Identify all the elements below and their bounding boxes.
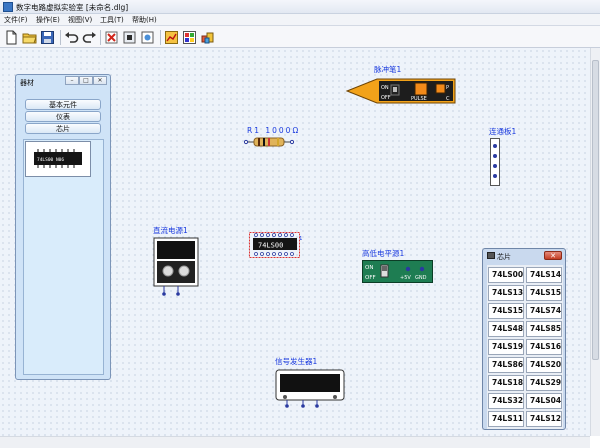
toolbar-separator [160, 30, 161, 45]
resistor[interactable] [244, 136, 294, 148]
equipment-panel: 器材 – □ ✕ 基本元件 仪表 芯片 74LS00 N06 [15, 74, 111, 380]
menu-help[interactable]: 帮助(H) [132, 15, 157, 25]
app-icon [3, 2, 13, 12]
minimize-icon[interactable]: – [65, 76, 79, 85]
title-bar: 数字电路虚拟实验室 [未命名.dlg] [0, 0, 600, 14]
chip-item[interactable]: 74LS112 [488, 411, 524, 427]
dc-power-supply[interactable] [152, 237, 202, 297]
chip-item[interactable]: 74LS20 [526, 357, 562, 373]
chip-item[interactable]: 74LS32 [488, 393, 524, 409]
menu-view[interactable]: 视图(V) [68, 15, 92, 25]
image-icon [141, 31, 154, 44]
scrollbar-thumb[interactable] [592, 60, 599, 360]
menu-tools[interactable]: 工具(T) [100, 15, 124, 25]
open-button[interactable] [22, 30, 37, 45]
delete-button[interactable] [104, 30, 119, 45]
chip-74ls00-number: 1 [299, 236, 303, 242]
menu-bar: 文件(F) 操作(E) 视图(V) 工具(T) 帮助(H) [0, 14, 600, 26]
signal-gen-label: 信号发生器1 [275, 357, 318, 366]
chip-item[interactable]: 74LS85 [526, 321, 562, 337]
signal-generator[interactable] [275, 367, 347, 411]
redo-icon [82, 32, 96, 43]
chip-thumbnail[interactable]: 74LS00 N06 [25, 141, 91, 177]
palette-button[interactable] [182, 30, 197, 45]
boxes-icon [201, 32, 214, 44]
chip-grid: 74LS00 74LS14 74LS138 74LS157 74LS153 74… [487, 265, 563, 429]
level-switch-plus5v: +5V [400, 275, 411, 281]
tab-chips[interactable]: 芯片 [25, 123, 101, 134]
delete-icon [105, 31, 118, 44]
pulse-pen-p: P [446, 85, 449, 91]
chip-item[interactable]: 74LS14 [526, 267, 562, 283]
pulse-pen[interactable]: ON OFF PULSE P C [345, 75, 457, 107]
toolbar-separator [100, 30, 101, 45]
chip-74ls00-text: 74LS00 [258, 242, 283, 250]
chip-icon [487, 252, 495, 259]
connector-label: 连通板1 [489, 127, 517, 136]
dc-power-label: 直流电源1 [153, 226, 188, 235]
pulse-pen-on: ON [381, 85, 389, 91]
level-switch-off: OFF [365, 275, 376, 281]
vertical-scrollbar[interactable] [590, 48, 600, 436]
chart-icon [165, 31, 178, 44]
redo-button[interactable] [82, 30, 97, 45]
chip-item[interactable]: 74LS290 [526, 375, 562, 391]
pulse-pen-label: 脉冲笔1 [374, 65, 402, 74]
chip-thumbnail-text: 74LS00 N06 [37, 157, 64, 163]
new-file-icon [6, 30, 17, 45]
horizontal-scrollbar[interactable] [0, 436, 590, 448]
maximize-icon[interactable]: □ [79, 76, 93, 85]
chip-thumbnail-icon: 74LS00 N06 [34, 149, 82, 168]
save-button[interactable] [40, 30, 55, 45]
toolbar [0, 26, 600, 48]
window-title: 数字电路虚拟实验室 [未命名.dlg] [16, 3, 129, 12]
image-button[interactable] [140, 30, 155, 45]
menu-file[interactable]: 文件(F) [4, 15, 28, 25]
pulse-pen-c: C [446, 96, 450, 102]
equipment-panel-title: 器材 [20, 79, 34, 87]
chip-window-title: 芯片 [497, 253, 511, 261]
chip-item[interactable]: 74LS04 [526, 393, 562, 409]
pulse-pen-off: OFF [381, 95, 391, 101]
menu-edit[interactable]: 操作(E) [36, 15, 60, 25]
chip-item[interactable]: 74LS192 [488, 339, 524, 355]
chart-button[interactable] [164, 30, 179, 45]
level-switch-gnd: GND [415, 275, 427, 281]
new-file-button[interactable] [4, 30, 19, 45]
level-switch[interactable]: ON OFF +5V GND [362, 260, 434, 284]
boxes-button[interactable] [200, 30, 215, 45]
tab-instruments[interactable]: 仪表 [25, 111, 101, 122]
connector-board[interactable] [490, 138, 500, 186]
stop-button[interactable] [122, 30, 137, 45]
chip-window: 芯片 ✕ 74LS00 74LS14 74LS138 74LS157 74LS1… [482, 248, 566, 430]
chip-item[interactable]: 74LS125 [526, 411, 562, 427]
save-icon [41, 31, 54, 44]
resistor-label: R1 1000Ω [247, 126, 301, 135]
chip-item[interactable]: 74LS153 [488, 303, 524, 319]
app-window: 数字电路虚拟实验室 [未命名.dlg] 文件(F) 操作(E) 视图(V) 工具… [0, 0, 600, 448]
undo-button[interactable] [64, 30, 79, 45]
pulse-pen-pulse: PULSE [411, 96, 427, 102]
chip-item[interactable]: 74LS138 [488, 285, 524, 301]
toolbar-separator [60, 30, 61, 45]
chip-item[interactable]: 74LS183 [488, 375, 524, 391]
undo-icon [65, 32, 79, 43]
chip-item[interactable]: 74LS86 [488, 357, 524, 373]
tab-basic-components[interactable]: 基本元件 [25, 99, 101, 110]
chip-item[interactable]: 74LS157 [526, 285, 562, 301]
chip-item[interactable]: 74LS161 [526, 339, 562, 355]
close-button[interactable]: ✕ [544, 251, 562, 260]
chip-item[interactable]: 74LS00 [488, 267, 524, 283]
chip-74ls00[interactable]: 74LS00 1 [249, 232, 305, 258]
level-switch-label: 高低电平源1 [362, 249, 405, 258]
stop-icon [123, 31, 136, 44]
chip-item[interactable]: 74LS74 [526, 303, 562, 319]
close-icon[interactable]: ✕ [93, 76, 107, 85]
palette-icon [183, 31, 196, 44]
level-switch-on: ON [365, 265, 373, 271]
open-folder-icon [22, 33, 37, 44]
chip-item[interactable]: 74LS48 [488, 321, 524, 337]
